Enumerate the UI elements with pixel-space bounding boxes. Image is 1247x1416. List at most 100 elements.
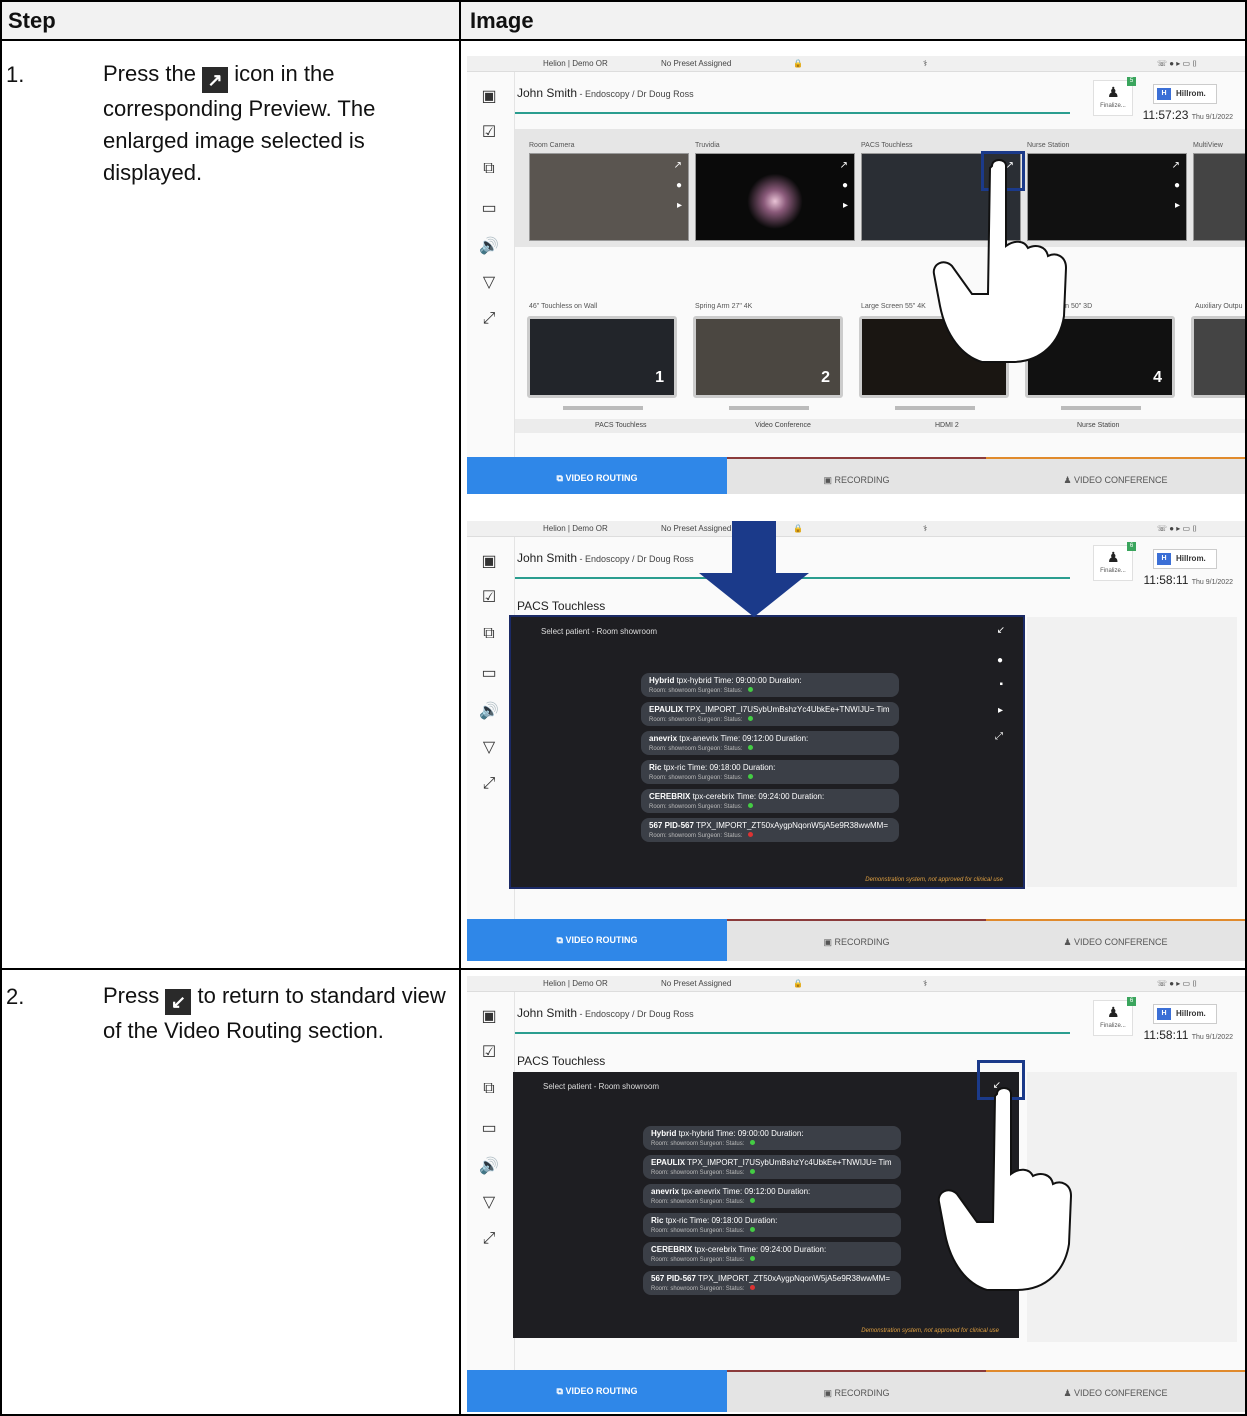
- list-item[interactable]: Ric tpx-ric Time: 09:18:00 Duration: Room…: [643, 1213, 901, 1237]
- brand-label: Hillrom.: [1176, 1009, 1206, 1018]
- routing-icon[interactable]: ⧉: [479, 160, 499, 180]
- list-item[interactable]: 567 PID-567 TPX_IMPORT_ZT50xAygpNqonW5jA…: [641, 818, 899, 842]
- tab-recording[interactable]: ▣ RECORDING: [727, 919, 986, 961]
- tab-video-routing[interactable]: ⧉ VIDEO ROUTING: [467, 457, 727, 494]
- source-row: PACS Touchless Video Conference HDMI 2 N…: [515, 419, 1245, 433]
- collapse-icon[interactable]: ↙: [997, 625, 1005, 636]
- source-label: Nurse Station: [1077, 422, 1120, 429]
- display-icon[interactable]: ▭: [479, 663, 499, 683]
- source-label: Video Conference: [755, 422, 811, 429]
- fullscreen-icon[interactable]: ⤢: [479, 1230, 499, 1250]
- preview-multiview[interactable]: [1193, 153, 1245, 241]
- checklist-icon[interactable]: ☑: [479, 587, 499, 607]
- patient-card-icon[interactable]: ▣: [479, 86, 499, 106]
- preview-room-camera[interactable]: ↗ ● ▸: [529, 153, 689, 241]
- fullscreen-icon[interactable]: ⤢: [479, 310, 499, 330]
- enlarged-preview[interactable]: Select patient - Room showroom Hybrid tp…: [509, 615, 1025, 889]
- audio-icon[interactable]: ▸: [677, 200, 682, 211]
- tab-recording[interactable]: ▣ RECORDING: [727, 457, 986, 494]
- patient-card-icon[interactable]: ▣: [479, 551, 499, 571]
- preview-label: MultiView: [1193, 142, 1223, 149]
- hillrom-mark-icon: H: [1157, 1008, 1171, 1020]
- audio-icon[interactable]: 🔊: [479, 1156, 499, 1176]
- tab-video-conference[interactable]: ♟ VIDEO CONFERENCE: [986, 919, 1245, 961]
- light-icon[interactable]: ▽: [479, 272, 499, 292]
- lock-icon[interactable]: 🔒: [793, 59, 803, 68]
- finalize-button[interactable]: ♟ 5 Finalize...: [1093, 77, 1136, 116]
- tab-video-conference[interactable]: ♟ VIDEO CONFERENCE: [986, 1370, 1245, 1412]
- patient-item-duration: Duration:: [744, 1216, 778, 1225]
- patient-item-id: TPX_IMPORT_ZT50xAygpNqonW5jA5e9R38wwMM=: [698, 1274, 890, 1283]
- list-item[interactable]: EPAULIX TPX_IMPORT_I7USybUmBshzYc4UbkEe+…: [641, 702, 899, 726]
- patient-item-name: Ric: [649, 763, 662, 772]
- list-item[interactable]: CEREBRIX tpx-cerebrix Time: 09:24:00 Dur…: [641, 789, 899, 813]
- audio-icon[interactable]: 🔊: [479, 701, 499, 721]
- list-item[interactable]: Ric tpx-ric Time: 09:18:00 Duration: Room…: [641, 760, 899, 784]
- audio-icon[interactable]: ▸: [843, 200, 848, 211]
- preview-truvidia[interactable]: ↗ ● ▸: [695, 153, 855, 241]
- light-icon[interactable]: ▽: [479, 1192, 499, 1212]
- status-bar: Helion | Demo OR No Preset Assigned 🔒 ⚕ …: [467, 521, 1245, 537]
- list-item[interactable]: EPAULIX TPX_IMPORT_I7USybUmBshzYc4UbkEe+…: [643, 1155, 901, 1179]
- record-icon[interactable]: ●: [997, 655, 1003, 666]
- tab-video-conference[interactable]: ♟ VIDEO CONFERENCE: [986, 457, 1245, 494]
- record-icon[interactable]: ●: [676, 180, 682, 191]
- expand-icon[interactable]: ↗: [840, 160, 848, 171]
- expand-icon[interactable]: ↗: [674, 160, 682, 171]
- patient-item-time: Time: 09:18:00: [687, 763, 741, 772]
- patient-detail: - Endoscopy / Dr Doug Ross: [577, 554, 694, 564]
- header-underline: [515, 112, 1070, 114]
- tab-bar: ⧉ VIDEO ROUTING ▣ RECORDING ♟ VIDEO CONF…: [467, 1370, 1245, 1412]
- camera-icon[interactable]: ▪: [999, 679, 1003, 690]
- patient-item-sub: Room: showroom Surgeon: Status:: [651, 1257, 745, 1263]
- patient-card-icon[interactable]: ▣: [479, 1006, 499, 1026]
- display-icon[interactable]: ▭: [479, 198, 499, 218]
- finalize-label: Finalize...: [1100, 103, 1126, 109]
- fullscreen-icon[interactable]: ⤢: [995, 731, 1003, 742]
- person-icon[interactable]: ⚕: [923, 59, 927, 68]
- expand-icon[interactable]: ↗: [1172, 160, 1180, 171]
- person-icon[interactable]: ⚕: [923, 979, 927, 988]
- person-icon[interactable]: ⚕: [923, 524, 927, 533]
- finalize-button[interactable]: ♟ 6 Finalize...: [1093, 542, 1136, 581]
- audio-icon[interactable]: ▸: [998, 705, 1003, 716]
- patient-item-name: anevrix: [649, 734, 678, 743]
- list-item[interactable]: Hybrid tpx-hybrid Time: 09:00:00 Duratio…: [641, 673, 899, 697]
- finalize-badge: 6: [1127, 997, 1136, 1006]
- checklist-icon[interactable]: ☑: [479, 122, 499, 142]
- list-item[interactable]: anevrix tpx-anevrix Time: 09:12:00 Durat…: [643, 1184, 901, 1208]
- sidebar: ▣ ☑ ⧉ ▭ 🔊 ▽ ⤢: [467, 537, 515, 961]
- monitor-2[interactable]: 2: [693, 316, 843, 398]
- list-item[interactable]: anevrix tpx-anevrix Time: 09:12:00 Durat…: [641, 731, 899, 755]
- brand-logo: H Hillrom.: [1153, 84, 1217, 104]
- tab-recording[interactable]: ▣ RECORDING: [727, 1370, 986, 1412]
- tab-video-routing[interactable]: ⧉ VIDEO ROUTING: [467, 919, 727, 961]
- routing-icon[interactable]: ⧉: [479, 1080, 499, 1100]
- list-item[interactable]: 567 PID-567 TPX_IMPORT_ZT50xAygpNqonW5jA…: [643, 1271, 901, 1295]
- list-item[interactable]: CEREBRIX tpx-cerebrix Time: 09:24:00 Dur…: [643, 1242, 901, 1266]
- finalize-badge: 5: [1127, 77, 1136, 86]
- audio-icon[interactable]: ▸: [1175, 200, 1180, 211]
- checklist-icon[interactable]: ☑: [479, 1042, 499, 1062]
- preview-label: Nurse Station: [1027, 142, 1070, 149]
- routing-icon[interactable]: ⧉: [479, 625, 499, 645]
- record-icon[interactable]: ●: [1174, 180, 1180, 191]
- monitor-1[interactable]: 1: [527, 316, 677, 398]
- audio-icon[interactable]: 🔊: [479, 236, 499, 256]
- patient-header: John Smith - Endoscopy / Dr Doug Ross: [517, 551, 694, 565]
- finalize-button[interactable]: ♟ 6 Finalize...: [1093, 997, 1136, 1036]
- light-icon[interactable]: ▽: [479, 737, 499, 757]
- status-dot: [748, 687, 754, 692]
- monitor-number: 1: [655, 369, 664, 386]
- clock: 11:57:23 Thu 9/1/2022: [1143, 108, 1233, 122]
- lock-icon[interactable]: 🔒: [793, 979, 803, 988]
- hillrom-mark-icon: H: [1157, 553, 1171, 565]
- monitor-5[interactable]: [1191, 316, 1245, 398]
- record-icon[interactable]: ●: [842, 180, 848, 191]
- expand-icon: ↗: [202, 67, 229, 93]
- display-icon[interactable]: ▭: [479, 1118, 499, 1138]
- patient-item-name: EPAULIX: [651, 1158, 686, 1167]
- tab-video-routing[interactable]: ⧉ VIDEO ROUTING: [467, 1370, 727, 1412]
- fullscreen-icon[interactable]: ⤢: [479, 775, 499, 795]
- list-item[interactable]: Hybrid tpx-hybrid Time: 09:00:00 Duratio…: [643, 1126, 901, 1150]
